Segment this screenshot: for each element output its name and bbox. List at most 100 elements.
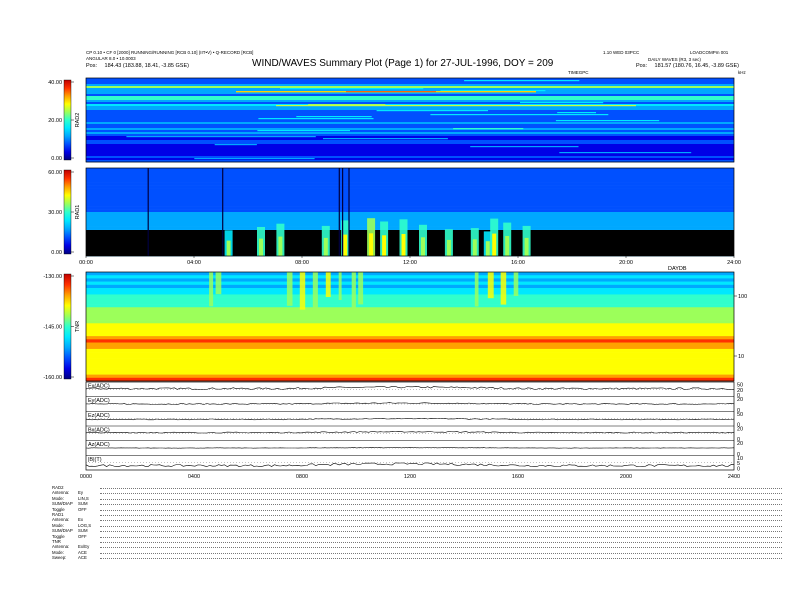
tnr-band	[86, 329, 734, 334]
x-tick-label: 20:00	[619, 260, 633, 266]
settings-dotted-line	[100, 531, 782, 533]
rad2-band	[86, 150, 734, 153]
y-tick-label: 30.00	[48, 210, 62, 216]
rad2-band	[86, 106, 734, 109]
rad2-band	[86, 118, 734, 121]
rad2-streak	[214, 144, 257, 146]
trace-label: Ey(ADC)	[88, 398, 110, 404]
rad1-band	[86, 173, 734, 178]
rad1-band	[86, 226, 734, 230]
tnr-band	[86, 336, 734, 340]
rad1-emission-core	[226, 240, 231, 256]
x-unit-label: DAYDB	[668, 266, 687, 272]
panel-ylabel: RAD1	[75, 205, 81, 220]
rad1-noise-floor	[86, 230, 734, 256]
rad2-band	[86, 142, 734, 145]
x-tick-label: 16:00	[511, 260, 525, 266]
panel-ylabel: TNR	[75, 321, 81, 332]
rad1-band	[86, 194, 734, 198]
rad2-band	[86, 124, 734, 127]
rad2-band	[86, 140, 734, 143]
rad1-emission-core	[472, 239, 477, 256]
trace-x-tick-label: 2000	[620, 474, 632, 480]
rad2-streak	[559, 152, 692, 154]
rad1-emission-core	[343, 234, 348, 256]
rad1-band	[86, 220, 734, 225]
trace-x-tick-label: 1200	[404, 474, 416, 480]
tnr-band	[86, 300, 734, 305]
settings-key: Sweep:	[52, 555, 67, 561]
settings-dotted-line	[100, 504, 782, 506]
settings-dotted-line	[100, 520, 782, 522]
rad2-band	[86, 146, 734, 149]
rad2-band	[86, 156, 734, 159]
y-tick-label: -130.00	[43, 274, 62, 280]
tnr-band	[86, 275, 734, 279]
rad2-streak	[555, 120, 660, 122]
rad2-band	[86, 100, 734, 103]
trace-label: Bx(ADC)	[88, 428, 110, 434]
settings-value: OFF	[78, 533, 87, 539]
settings-dotted-line	[100, 542, 782, 543]
rad1-emission-core	[369, 233, 374, 256]
y-tick-label: 40.00	[48, 80, 62, 86]
right-tick-label: 10	[738, 354, 744, 360]
rad1-emission-core	[505, 236, 510, 256]
settings-dotted-line	[100, 515, 782, 516]
rad2-streak	[258, 118, 374, 120]
rad2-band	[86, 114, 734, 117]
tnr-band	[86, 323, 734, 327]
tnr-spike	[513, 272, 519, 296]
rad2-streak	[470, 146, 579, 148]
rad1-band	[86, 223, 734, 227]
trace-x-tick-label: 0400	[188, 474, 200, 480]
tnr-band	[86, 288, 734, 292]
trace-x-tick-label: 1600	[512, 474, 524, 480]
tnr-band	[86, 291, 734, 295]
rad1-gap-line	[147, 168, 149, 256]
tnr-band	[86, 352, 734, 356]
trace-x-tick-label: 2400	[728, 474, 740, 480]
rad2-streak	[257, 130, 350, 132]
tnr-spike	[474, 272, 479, 307]
rad1-band	[86, 168, 734, 172]
rad2-band	[86, 122, 734, 125]
rad1-gap-line	[338, 168, 340, 256]
rad1-gap-line	[342, 168, 344, 256]
rad2-streak	[126, 136, 316, 138]
rad2-band	[86, 86, 734, 89]
trace-panels: Ex(ADC) 50200Ey(ADC) 200Ez(ADC) 500Bx(ADC) 2…	[80, 381, 743, 480]
y-tick-label: 0.00	[51, 156, 62, 162]
tnr-spike	[487, 272, 494, 299]
x-tick-label: 12:00	[403, 260, 417, 266]
settings-dotted-line	[100, 498, 782, 500]
tnr-band	[86, 361, 734, 366]
tnr-spike	[325, 272, 331, 297]
tnr-band	[86, 339, 734, 343]
rad2-band	[86, 134, 734, 137]
rad2-band	[86, 82, 734, 85]
rad1-gap-line	[222, 168, 224, 256]
rad2-band	[86, 126, 734, 129]
settings-dotted-line	[100, 493, 782, 495]
y-tick-label: 0.00	[51, 250, 62, 256]
settings-value: OFF	[78, 506, 87, 512]
rad1-band	[86, 197, 734, 201]
settings-dotted-line	[100, 509, 782, 511]
tnr-spike	[215, 272, 222, 295]
tnr-band	[86, 281, 734, 286]
rad1-emission-core	[323, 237, 328, 256]
tnr-band	[86, 332, 734, 337]
trace-right-tick: 50	[737, 412, 743, 418]
rad2-streak	[296, 116, 372, 118]
trace-right-tick: 20	[737, 441, 743, 447]
rad1-band	[86, 176, 734, 181]
rad2-streak	[376, 110, 488, 112]
settings-dotted-line	[100, 547, 782, 549]
rad2-streak	[280, 88, 424, 90]
trace-label: |B|(T)	[88, 457, 102, 463]
rad2-streak	[194, 158, 315, 160]
tnr-band	[86, 368, 734, 372]
rad2-streak	[430, 114, 609, 116]
rad2-band	[86, 144, 734, 147]
